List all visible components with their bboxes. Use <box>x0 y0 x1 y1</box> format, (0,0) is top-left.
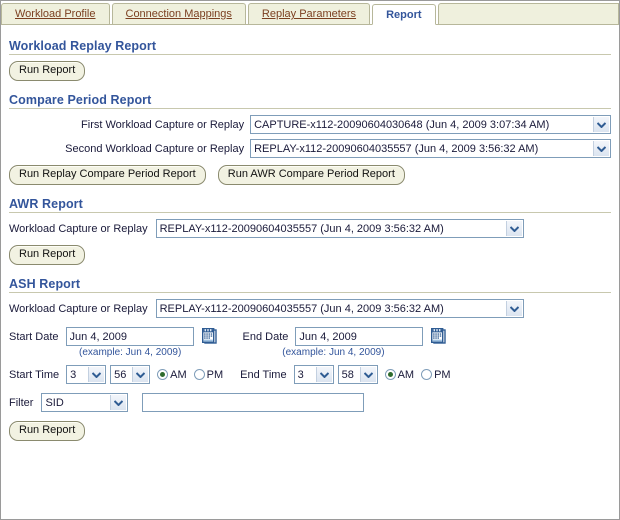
start-time-minute-value: 56 <box>114 368 127 381</box>
ash-time-row: Start Time 3 56 AM PM End Time 3 58 AM P… <box>9 365 611 384</box>
end-time-hour-select[interactable]: 3 <box>293 365 334 384</box>
section-divider <box>9 108 611 109</box>
section-workload-replay-report: Workload Replay Report Run Report <box>9 39 611 81</box>
end-time-minute-select[interactable]: 58 <box>337 365 378 384</box>
start-time-am-radio[interactable]: AM <box>157 369 187 381</box>
compare-period-buttons: Run Replay Compare Period Report Run AWR… <box>9 165 611 185</box>
ash-workload-label: Workload Capture or Replay <box>9 302 148 315</box>
ash-date-row: Start Date Jun 4, 2009 End Date Jun 4, 2… <box>9 327 611 346</box>
filter-type-select[interactable]: SID <box>41 393 129 412</box>
end-time-pm-label: PM <box>434 368 451 381</box>
tab-label: Replay Parameters <box>261 8 357 20</box>
tab-bar-filler <box>437 3 619 24</box>
start-time-am-label: AM <box>170 368 187 381</box>
start-time-minute-select[interactable]: 56 <box>110 365 151 384</box>
tab-connection-mappings[interactable]: Connection Mappings <box>111 3 246 24</box>
ash-date-hints-row: (example: Jun 4, 2009) (example: Jun 4, … <box>9 347 611 358</box>
filter-value-input[interactable] <box>142 393 365 412</box>
run-ash-report-button[interactable]: Run Report <box>9 421 86 441</box>
ash-workload-select[interactable]: REPLAY-x112-20090604035557 (Jun 4, 2009 … <box>155 299 524 318</box>
first-workload-row: First Workload Capture or Replay CAPTURE… <box>9 115 611 134</box>
start-time-label: Start Time <box>9 368 60 381</box>
filter-label: Filter <box>9 396 34 409</box>
ash-filter-row: Filter SID <box>9 393 611 412</box>
chevron-down-icon[interactable] <box>110 395 127 410</box>
chevron-down-icon[interactable] <box>359 367 376 382</box>
page-title-compare-period-report: Compare Period Report <box>9 93 152 107</box>
run-awr-report-button[interactable]: Run Report <box>9 245 86 265</box>
page-title-awr-report: AWR Report <box>9 197 83 211</box>
tab-replay-parameters[interactable]: Replay Parameters <box>247 3 371 24</box>
report-content: Workload Replay Report Run Report Compar… <box>1 39 619 441</box>
start-time-hour-value: 3 <box>70 368 77 381</box>
first-workload-label: First Workload Capture or Replay <box>81 118 245 131</box>
tab-workload-profile[interactable]: Workload Profile <box>1 3 110 24</box>
tab-label: Connection Mappings <box>125 8 232 20</box>
run-awr-compare-period-report-button[interactable]: Run AWR Compare Period Report <box>217 165 405 185</box>
run-replay-compare-period-report-button[interactable]: Run Replay Compare Period Report <box>9 165 206 185</box>
second-workload-row: Second Workload Capture or Replay REPLAY… <box>9 139 611 158</box>
chevron-down-icon[interactable] <box>132 367 149 382</box>
first-workload-select[interactable]: CAPTURE-x112-20090604030648 (Jun 4, 2009… <box>250 115 611 134</box>
end-time-am-label: AM <box>397 368 415 381</box>
chevron-down-icon[interactable] <box>88 367 105 382</box>
start-date-input[interactable] <box>65 327 194 346</box>
end-time-am-radio[interactable]: AM <box>384 368 415 381</box>
section-divider <box>9 54 611 55</box>
radio-indicator <box>193 369 205 380</box>
radio-indicator <box>421 369 433 380</box>
calendar-icon[interactable] <box>431 328 447 345</box>
section-divider <box>9 292 611 293</box>
ash-workload-select-value: REPLAY-x112-20090604035557 (Jun 4, 2009 … <box>159 302 444 315</box>
second-workload-label: Second Workload Capture or Replay <box>65 142 245 155</box>
chevron-down-icon[interactable] <box>505 301 522 316</box>
end-date-input[interactable] <box>295 327 424 346</box>
section-divider <box>9 212 611 213</box>
radio-indicator <box>384 369 396 380</box>
awr-workload-row: Workload Capture or Replay REPLAY-x112-2… <box>9 219 611 238</box>
ash-workload-row: Workload Capture or Replay REPLAY-x112-2… <box>9 299 611 318</box>
awr-workload-label: Workload Capture or Replay <box>9 222 148 235</box>
start-date-label: Start Date <box>9 330 59 343</box>
radio-indicator <box>157 369 169 380</box>
start-time-pm-label: PM <box>206 368 224 381</box>
section-ash-report: ASH Report Workload Capture or Replay RE… <box>9 277 611 441</box>
end-date-label: End Date <box>242 330 289 343</box>
section-compare-period-report: Compare Period Report First Workload Cap… <box>9 93 611 185</box>
end-time-pm-radio[interactable]: PM <box>421 369 451 381</box>
second-workload-select-value: REPLAY-x112-20090604035557 (Jun 4, 2009 … <box>254 142 539 155</box>
awr-workload-select[interactable]: REPLAY-x112-20090604035557 (Jun 4, 2009 … <box>155 219 524 238</box>
filter-type-value: SID <box>45 396 64 409</box>
end-time-label: End Time <box>240 368 287 381</box>
tab-label: Report <box>386 9 422 21</box>
second-workload-select[interactable]: REPLAY-x112-20090604035557 (Jun 4, 2009 … <box>250 139 611 158</box>
awr-workload-select-value: REPLAY-x112-20090604035557 (Jun 4, 2009 … <box>159 222 444 235</box>
chevron-down-icon[interactable] <box>593 117 609 132</box>
page-title-workload-replay-report: Workload Replay Report <box>9 39 157 53</box>
start-time-pm-radio[interactable]: PM <box>193 368 224 381</box>
tab-label: Workload Profile <box>15 8 96 20</box>
start-time-hour-select[interactable]: 3 <box>66 365 107 384</box>
end-time-hour-value: 3 <box>297 368 304 381</box>
chevron-down-icon[interactable] <box>505 221 522 236</box>
tab-bar: Workload Profile Connection Mappings Rep… <box>1 1 619 25</box>
tab-report[interactable]: Report <box>372 4 436 25</box>
run-workload-replay-report-button[interactable]: Run Report <box>9 61 86 81</box>
first-workload-select-value: CAPTURE-x112-20090604030648 (Jun 4, 2009… <box>254 118 550 131</box>
end-date-hint: (example: Jun 4, 2009) <box>282 347 385 358</box>
end-time-minute-value: 58 <box>341 368 354 381</box>
chevron-down-icon[interactable] <box>315 367 332 382</box>
section-awr-report: AWR Report Workload Capture or Replay RE… <box>9 197 611 265</box>
calendar-icon[interactable] <box>201 328 217 345</box>
chevron-down-icon[interactable] <box>593 141 609 156</box>
start-date-hint: (example: Jun 4, 2009) <box>79 347 182 358</box>
page-title-ash-report: ASH Report <box>9 277 81 291</box>
report-page: Workload Profile Connection Mappings Rep… <box>0 0 620 520</box>
awr-report-buttons: Run Report <box>9 245 611 265</box>
